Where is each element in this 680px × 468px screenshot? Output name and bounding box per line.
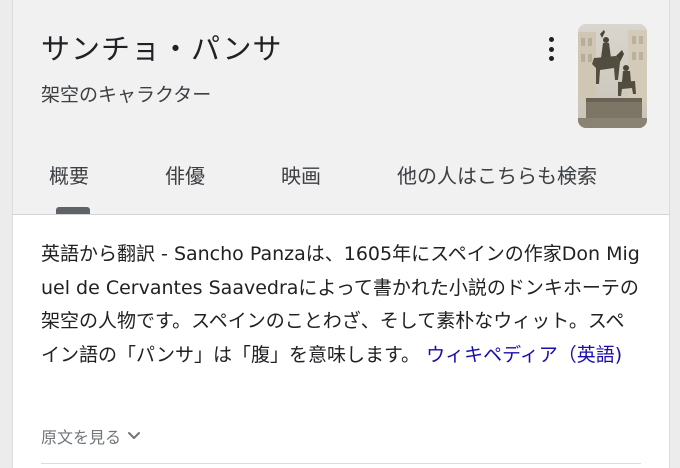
translation-prefix: 英語から翻訳 -	[41, 243, 174, 265]
show-original-button[interactable]: 原文を見る	[41, 424, 141, 448]
tab-movies[interactable]: 映画	[281, 160, 321, 189]
don-quixote-statue-image	[578, 24, 647, 128]
selected-tab-indicator	[56, 207, 90, 214]
tab-actors[interactable]: 俳優	[165, 160, 205, 189]
knowledge-panel: サンチョ・パンサ 架空のキャラクター 概要 俳優 映画 他の人はこちらも検索 英…	[12, 0, 670, 468]
entity-thumbnail[interactable]	[578, 24, 647, 128]
entity-subtitle: 架空のキャラクター	[41, 84, 212, 106]
entity-title: サンチョ・パンサ	[41, 32, 283, 66]
description-text-1: は、1605年にスペインの作家	[305, 243, 562, 265]
more-vert-icon[interactable]	[541, 36, 561, 62]
tab-overview[interactable]: 概要	[49, 160, 89, 189]
tab-people-also-search[interactable]: 他の人はこちらも検索	[397, 160, 597, 189]
entity-name: Sancho Panza	[173, 243, 306, 265]
tab-bar: 概要 俳優 映画 他の人はこちらも検索	[13, 160, 669, 214]
panel-header: サンチョ・パンサ 架空のキャラクター 概要 俳優 映画 他の人はこちらも検索	[13, 0, 669, 215]
show-original-label: 原文を見る	[41, 428, 122, 447]
chevron-down-icon	[128, 432, 141, 439]
divider	[41, 463, 641, 464]
wikipedia-link[interactable]: ウィキペディア（英語)	[426, 344, 622, 366]
entity-description: 英語から翻訳 - Sancho Panzaは、1605年にスペインの作家Don …	[41, 238, 641, 372]
